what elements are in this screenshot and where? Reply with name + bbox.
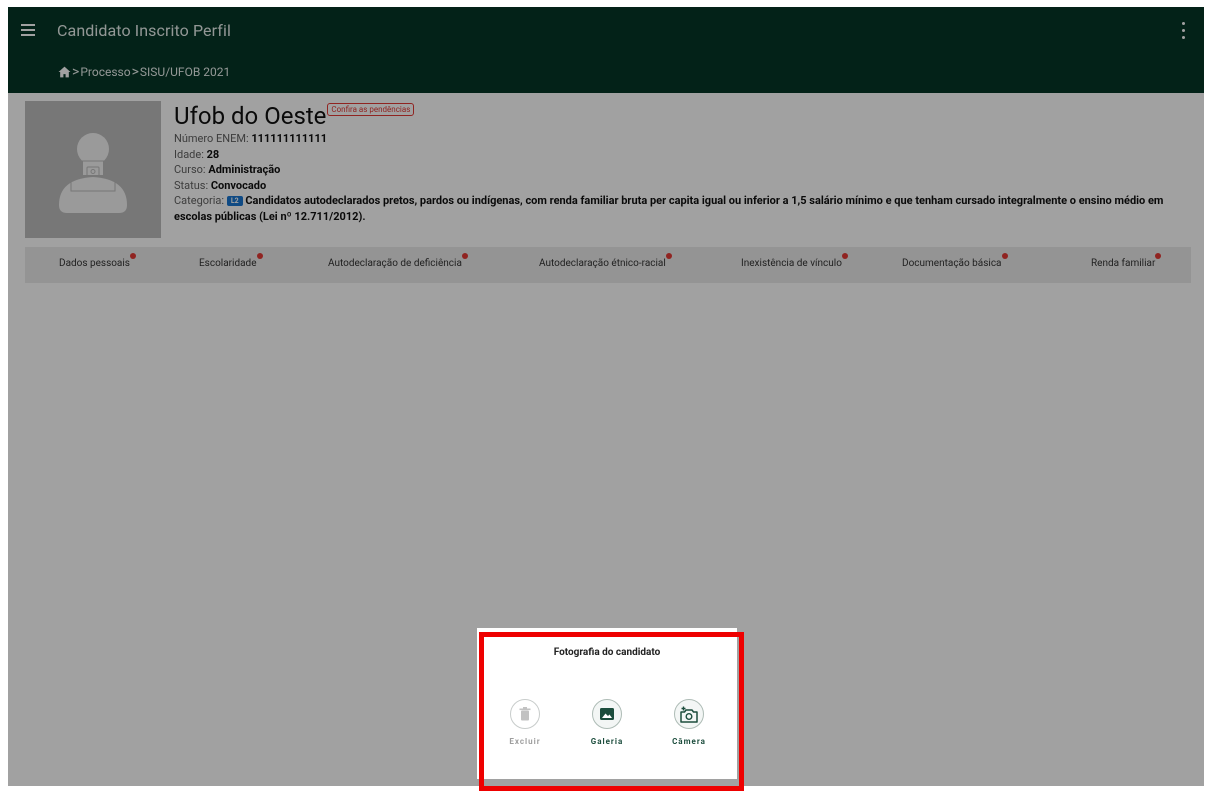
highlight-box [479, 632, 744, 791]
